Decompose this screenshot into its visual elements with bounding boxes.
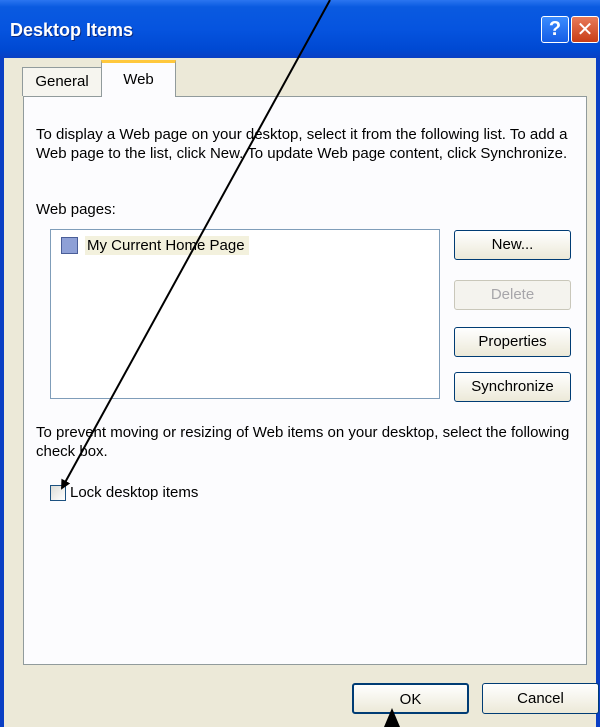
lock-desktop-items-checkbox[interactable] (50, 484, 66, 501)
ok-button[interactable]: OK (352, 683, 469, 714)
close-button[interactable]: ✕ (571, 16, 599, 43)
help-icon: ? (548, 18, 562, 40)
synchronize-button[interactable]: Synchronize (454, 372, 571, 402)
properties-button[interactable]: Properties (454, 327, 571, 357)
new-button[interactable]: New... (454, 230, 571, 260)
help-button[interactable]: ? (541, 16, 569, 43)
tab-web[interactable]: Web (101, 60, 176, 97)
web-tab-panel: To display a Web page on your desktop, s… (23, 96, 587, 665)
tab-general[interactable]: General (22, 67, 102, 96)
lock-desktop-items-label[interactable]: Lock desktop items (70, 484, 198, 501)
close-icon: ✕ (576, 19, 594, 41)
window-title: Desktop Items (10, 20, 134, 40)
web-item-checkbox-icon[interactable] (61, 236, 78, 254)
delete-button[interactable]: Delete (454, 280, 571, 310)
lock-description: To prevent moving or resizing of Web ite… (36, 424, 570, 460)
web-pages-list[interactable]: My Current Home Page (50, 229, 440, 399)
list-item-label: My Current Home Page (85, 235, 249, 255)
web-pages-label: Web pages: (36, 201, 116, 218)
title-bar[interactable]: Desktop Items ? ✕ (0, 0, 600, 58)
lock-desktop-items-row[interactable]: Lock desktop items (50, 484, 198, 501)
web-description: To display a Web page on your desktop, s… (36, 126, 568, 162)
cancel-button[interactable]: Cancel (482, 683, 599, 714)
desktop-items-dialog: Desktop Items ? ✕ General Web To display… (0, 0, 600, 727)
list-item[interactable]: My Current Home Page (55, 234, 249, 256)
